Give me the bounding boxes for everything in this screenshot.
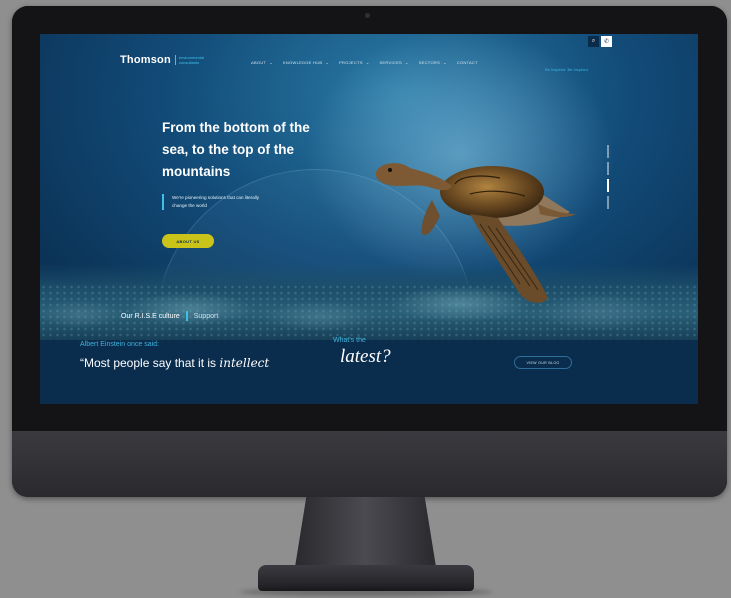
hero-intro: We're pioneering solutions that can lite… <box>162 194 272 210</box>
camera-icon <box>365 13 370 18</box>
culture-separator <box>185 311 188 321</box>
header-tagline: Be Inspired. Be Inspired. <box>545 67 589 72</box>
chevron-down-icon: ⌄ <box>325 60 330 65</box>
phone-icon: ✆ <box>603 39 610 45</box>
about-us-button[interactable]: ABOUT US <box>162 234 214 248</box>
nav-item-about[interactable]: ABOUT ⌄ <box>251 60 273 65</box>
search-button[interactable]: ⌕ <box>588 36 599 47</box>
slider-dot[interactable] <box>607 162 609 175</box>
turtle-illustration <box>375 163 576 303</box>
logo-wordmark: Thomson <box>120 54 171 66</box>
nav-item-knowledge-hub[interactable]: KNOWLEDGE HUB ⌄ <box>283 60 329 65</box>
hero-slider-dots <box>607 145 609 209</box>
hero-headline: From the bottom of the sea, to the top o… <box>162 120 310 179</box>
nav-item-services[interactable]: SERVICES ⌄ <box>379 60 408 65</box>
site-logo[interactable]: Thomson environmental consultants <box>120 54 211 66</box>
hero-section: Thomson environmental consultants ABOUT ⌄… <box>40 34 698 404</box>
culture-links: Our R.I.S.E culture Support <box>121 311 218 321</box>
chevron-down-icon: ⌄ <box>365 60 370 65</box>
slider-dot[interactable] <box>607 145 609 158</box>
monitor-stand-neck <box>295 497 436 567</box>
nav-item-sectors[interactable]: SECTORS ⌄ <box>419 60 447 65</box>
chevron-down-icon: ⌄ <box>443 60 447 65</box>
chevron-down-icon: ⌄ <box>405 60 409 65</box>
nav-item-contact[interactable]: CONTACT <box>457 60 478 65</box>
monitor-chin <box>12 431 727 497</box>
search-icon: ⌕ <box>591 38 596 44</box>
monitor-stand-shadow <box>240 588 492 596</box>
slider-dot[interactable] <box>607 196 609 209</box>
support-link[interactable]: Support <box>194 313 219 320</box>
quote-text: “Most people say that it is intellect <box>80 356 270 370</box>
quote-attribution: Albert Einstein once said: <box>80 341 159 348</box>
utility-icons: ⌕ ✆ <box>588 36 612 47</box>
culture-link[interactable]: Our R.I.S.E culture <box>121 313 180 320</box>
chevron-down-icon: ⌄ <box>269 60 273 65</box>
slider-dot-active[interactable] <box>607 179 609 192</box>
main-nav: ABOUT ⌄ KNOWLEDGE HUB ⌄ PROJECTS ⌄ SERVICES… <box>251 60 478 65</box>
logo-subtitle: environmental consultants <box>174 55 211 65</box>
whats-the-label: What's the <box>333 337 366 344</box>
view-blog-button[interactable]: VIEW OUR BLOG <box>514 356 572 369</box>
latest-heading: latest? <box>340 346 391 367</box>
nav-item-projects[interactable]: PROJECTS ⌄ <box>339 60 369 65</box>
phone-button[interactable]: ✆ <box>601 36 612 47</box>
